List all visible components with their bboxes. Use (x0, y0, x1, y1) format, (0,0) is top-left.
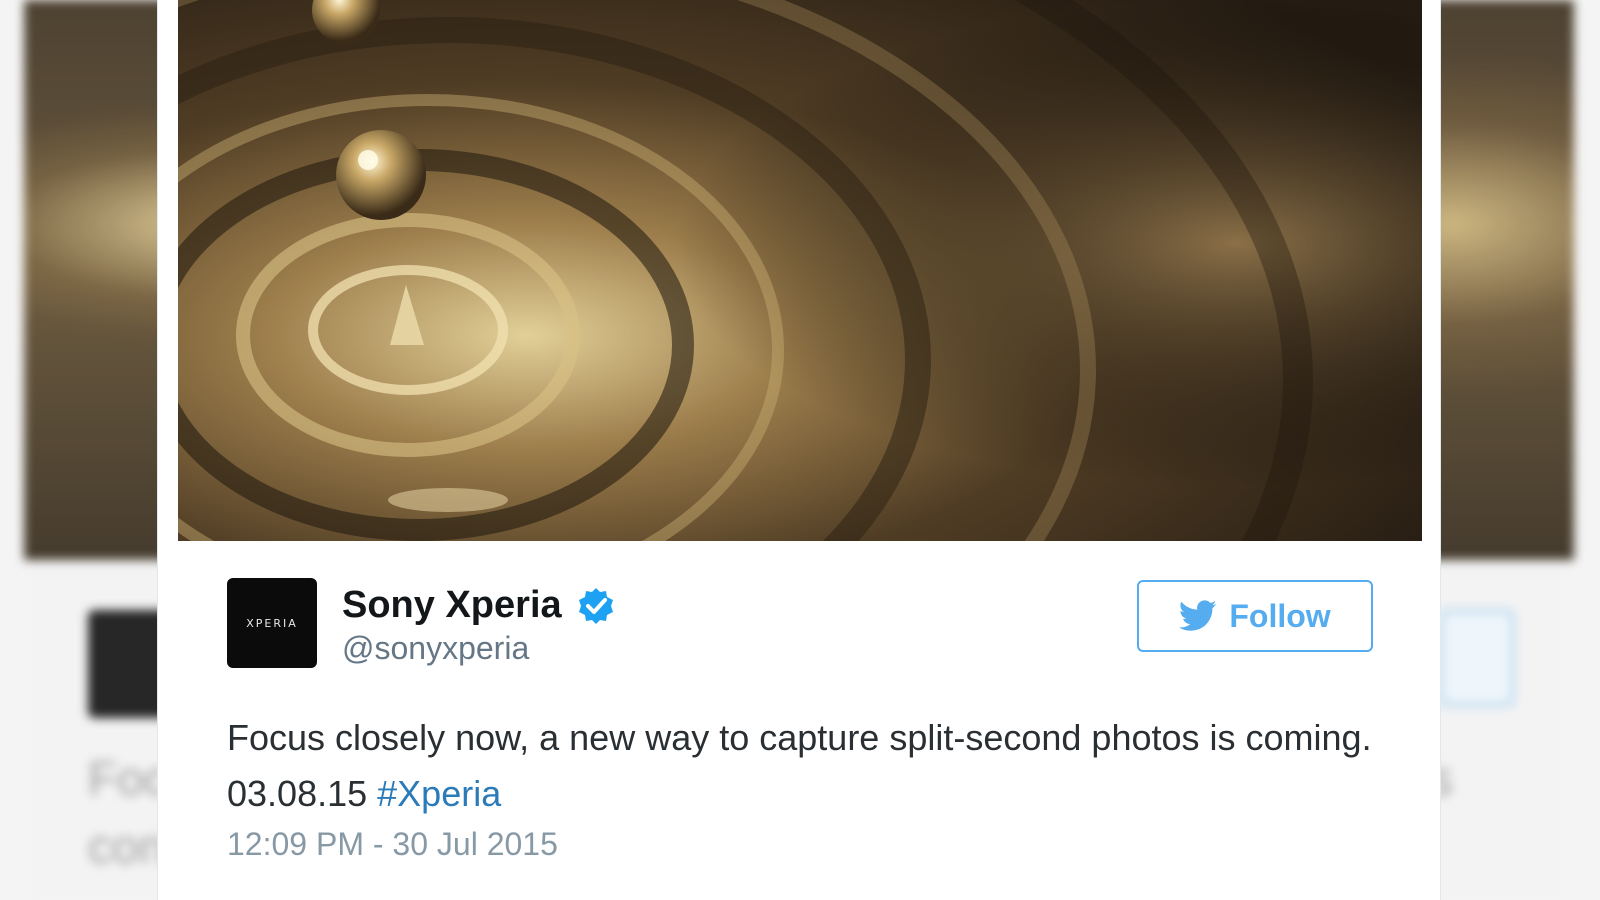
follow-button[interactable]: Follow (1137, 580, 1373, 652)
water-droplet-photo (178, 0, 1422, 541)
twitter-bird-icon (1179, 599, 1217, 633)
tweet-photo[interactable] (178, 0, 1422, 541)
hashtag-link[interactable]: #Xperia (377, 773, 501, 814)
tweet-timestamp[interactable]: 12:09 PM - 30 Jul 2015 (227, 826, 558, 863)
avatar-logo-text: XPERIA (246, 616, 298, 630)
follow-button-label: Follow (1229, 597, 1331, 634)
blurred-text-line-1: Foc (88, 753, 169, 806)
author-display-name[interactable]: Sony Xperia (342, 584, 562, 627)
author-name-row: Sony Xperia (342, 584, 616, 627)
author-handle[interactable]: @sonyxperia (342, 630, 529, 667)
avatar[interactable]: XPERIA (227, 578, 317, 668)
blurred-text-line-2: con (88, 821, 166, 874)
tweet-embed-card: XPERIA Sony Xperia @sonyxperia Follow Fo… (158, 0, 1440, 900)
screenshot-stage: Foc con is (0, 0, 1600, 900)
blurred-follow-button (1440, 610, 1514, 706)
tweet-text: Focus closely now, a new way to capture … (227, 710, 1377, 822)
verified-badge-icon (576, 586, 616, 626)
